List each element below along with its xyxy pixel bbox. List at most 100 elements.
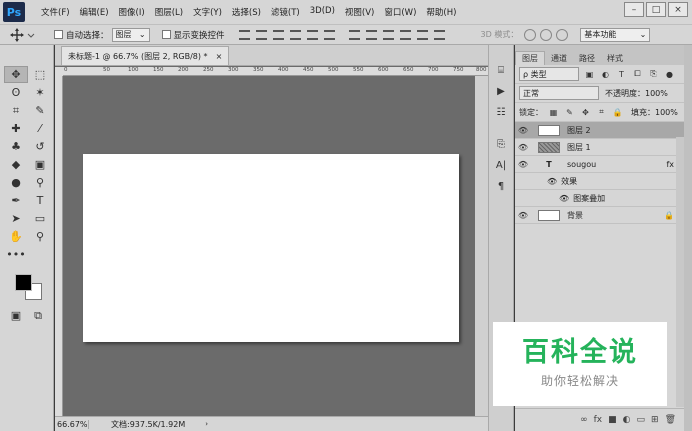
layer-row[interactable]: 👁 背景 🔒 — [515, 207, 684, 224]
character-panel-icon[interactable]: A| — [492, 156, 510, 174]
new-group-icon[interactable]: ▭ — [637, 415, 646, 425]
filter-shape-icon[interactable]: ⧠ — [632, 69, 643, 80]
workspace-dropdown[interactable]: 基本功能 ⌄ — [580, 27, 651, 42]
filter-smart-icon[interactable]: ⎘ — [648, 69, 659, 80]
layer-row[interactable]: 👁 图层 2 — [515, 122, 684, 139]
align-bottom-icon[interactable] — [272, 29, 284, 40]
move-tool-preset[interactable] — [10, 27, 42, 43]
color-swatches[interactable] — [14, 271, 46, 303]
dodge-tool-icon[interactable]: ⚲ — [28, 174, 52, 191]
blend-mode-dropdown[interactable]: 正常 — [519, 86, 599, 100]
effect-item-row[interactable]: 👁 图案叠加 — [515, 190, 684, 207]
healing-brush-tool-icon[interactable]: ✚ — [4, 120, 28, 137]
layer-filter-dropdown[interactable]: ρ 类型 — [519, 67, 579, 81]
history-panel-icon[interactable]: ⌸ — [492, 61, 510, 79]
document-canvas[interactable] — [83, 154, 459, 342]
auto-select-checkbox[interactable] — [54, 30, 63, 39]
lock-image-icon[interactable]: ✎ — [564, 107, 575, 118]
add-style-icon[interactable]: fx — [594, 415, 603, 425]
zoom-tool-icon[interactable]: ⚲ — [28, 228, 52, 245]
fx-icon[interactable]: fx — [666, 160, 674, 169]
marquee-tool-icon[interactable]: ⬚ — [28, 66, 52, 83]
eye-icon[interactable]: 👁 — [515, 160, 531, 169]
screen-mode-icon[interactable]: ⧉ — [30, 307, 46, 324]
menu-layer[interactable]: 图层(L) — [150, 6, 188, 18]
tab-paths[interactable]: 路径 — [573, 52, 601, 65]
brush-tool-icon[interactable]: ⁄ — [28, 120, 52, 137]
effects-row[interactable]: 👁 效果 — [515, 173, 684, 190]
menu-select[interactable]: 选择(S) — [227, 6, 266, 18]
delete-layer-icon[interactable]: 🗑 — [665, 415, 676, 425]
align-top-icon[interactable] — [238, 29, 250, 40]
quick-mask-icon[interactable]: ▣ — [8, 307, 24, 324]
eye-icon[interactable]: 👁 — [515, 143, 531, 152]
close-button[interactable]: × — [668, 2, 688, 17]
type-tool-icon[interactable]: T — [28, 192, 52, 209]
fill-value[interactable]: 100% — [655, 108, 678, 117]
status-menu-arrow[interactable]: › — [205, 420, 208, 428]
3d-pan-icon[interactable] — [556, 28, 569, 41]
document-tab[interactable]: 未标题-1 @ 66.7% (图层 2, RGB/8) * × — [61, 46, 230, 65]
shape-tool-icon[interactable]: ▭ — [28, 210, 52, 227]
eye-icon[interactable]: 👁 — [547, 177, 557, 186]
new-layer-icon[interactable]: ⊞ — [651, 415, 659, 425]
vertical-ruler[interactable] — [55, 76, 63, 418]
3d-rotate-icon[interactable] — [524, 28, 537, 41]
crop-tool-icon[interactable]: ⌗ — [4, 102, 28, 119]
opacity-value[interactable]: 100% — [645, 89, 668, 98]
foreground-color-swatch[interactable] — [15, 274, 32, 291]
history-brush-tool-icon[interactable]: ↺ — [28, 138, 52, 155]
lock-transparent-icon[interactable]: ▦ — [548, 107, 559, 118]
layers-scrollbar[interactable] — [676, 137, 684, 407]
filter-toggle-icon[interactable]: ● — [664, 69, 675, 80]
horizontal-ruler[interactable]: 0 50 100 150 200 250 300 350 400 450 500… — [63, 67, 488, 76]
move-tool-icon[interactable]: ✥ — [4, 66, 28, 83]
minimize-button[interactable]: – — [624, 2, 644, 17]
path-selection-tool-icon[interactable]: ➤ — [4, 210, 28, 227]
align-right-icon[interactable] — [323, 29, 335, 40]
auto-select-dropdown[interactable]: 图层 ⌄ — [111, 27, 150, 42]
eye-icon[interactable]: 👁 — [515, 211, 531, 220]
brush-panel-icon[interactable]: ⎘ — [492, 135, 510, 153]
adjustment-layer-icon[interactable]: ◐ — [623, 415, 631, 425]
tab-channels[interactable]: 通道 — [545, 52, 573, 65]
lock-artboard-icon[interactable]: ⌗ — [596, 107, 607, 118]
show-transform-checkbox[interactable] — [161, 30, 171, 39]
filter-type-icon[interactable]: T — [616, 69, 627, 80]
menu-filter[interactable]: 滤镜(T) — [266, 6, 305, 18]
magic-wand-tool-icon[interactable]: ✶ — [28, 84, 52, 101]
menu-edit[interactable]: 编辑(E) — [75, 6, 114, 18]
tab-styles[interactable]: 样式 — [601, 52, 629, 65]
lock-position-icon[interactable]: ✥ — [580, 107, 591, 118]
actions-panel-icon[interactable]: ▶ — [492, 82, 510, 100]
hand-tool-icon[interactable]: ✋ — [4, 228, 28, 245]
distribute-right-icon[interactable] — [433, 29, 445, 40]
more-tools-icon[interactable]: ••• — [4, 246, 28, 263]
menu-image[interactable]: 图像(I) — [114, 6, 150, 18]
eye-icon[interactable]: 👁 — [559, 194, 569, 203]
align-left-icon[interactable] — [289, 29, 301, 40]
menu-type[interactable]: 文字(Y) — [188, 6, 227, 18]
distribute-bottom-icon[interactable] — [382, 29, 394, 40]
link-layers-icon[interactable]: ∞ — [580, 415, 588, 425]
distribute-top-icon[interactable] — [348, 29, 360, 40]
lasso-tool-icon[interactable]: ʘ — [4, 84, 28, 101]
add-mask-icon[interactable]: ■ — [608, 415, 617, 425]
distribute-left-icon[interactable] — [399, 29, 411, 40]
close-icon[interactable]: × — [216, 52, 223, 61]
pen-tool-icon[interactable]: ✒ — [4, 192, 28, 209]
menu-file[interactable]: 文件(F) — [36, 6, 75, 18]
gradient-tool-icon[interactable]: ▣ — [28, 156, 52, 173]
filter-adjustment-icon[interactable]: ◐ — [600, 69, 611, 80]
lock-all-icon[interactable]: 🔒 — [612, 107, 623, 118]
eyedropper-tool-icon[interactable]: ✎ — [28, 102, 52, 119]
paragraph-panel-icon[interactable]: ¶ — [492, 177, 510, 195]
clone-stamp-tool-icon[interactable]: ♣ — [4, 138, 28, 155]
filter-pixel-icon[interactable]: ▣ — [584, 69, 595, 80]
tab-layers[interactable]: 图层 — [515, 51, 545, 65]
eraser-tool-icon[interactable]: ◆ — [4, 156, 28, 173]
blur-tool-icon[interactable]: ● — [4, 174, 28, 191]
menu-view[interactable]: 视图(V) — [340, 6, 379, 18]
menu-window[interactable]: 窗口(W) — [379, 6, 421, 18]
align-hcenter-icon[interactable] — [306, 29, 318, 40]
